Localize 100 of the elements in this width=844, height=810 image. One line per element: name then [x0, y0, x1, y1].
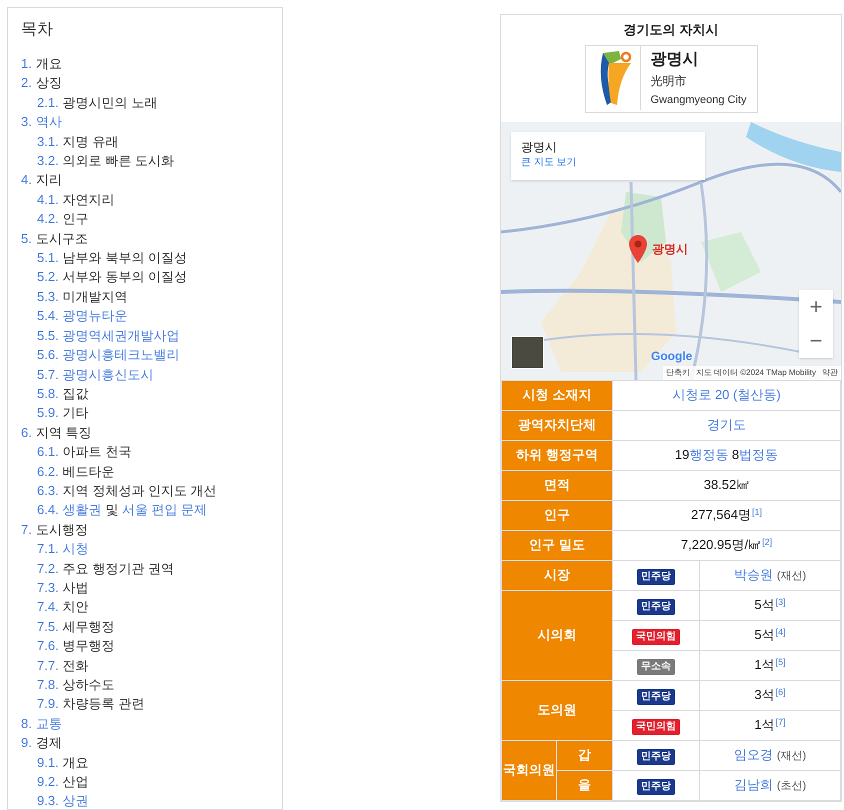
toc-entry[interactable]: 집값 [62, 386, 89, 401]
toc-number-link[interactable]: 2. [21, 75, 32, 90]
toc-number-link[interactable]: 5.7. [37, 366, 59, 382]
toc-entry[interactable]: 서부와 동부의 이질성 [62, 269, 187, 284]
toc-entry[interactable]: 베드타운 [62, 464, 115, 479]
toc-number-link[interactable]: 4. [21, 172, 32, 188]
toc-entry[interactable]: 남부와 북부의 이질성 [62, 250, 187, 266]
toc-entry[interactable]: 상하수도 [62, 677, 115, 692]
toc-number-link[interactable]: 5.4. [37, 308, 59, 324]
toc-number-link[interactable]: 7.8. [37, 677, 59, 692]
toc-number-link[interactable]: 3.1. [37, 134, 59, 149]
toc-entry[interactable]: 광명시민의 노래 [62, 94, 158, 110]
satellite-thumbnail[interactable] [511, 336, 544, 368]
toc-number-link[interactable]: 7.9. [37, 696, 59, 712]
toc-number-link[interactable]: 6.1. [37, 444, 59, 460]
toc-link[interactable]: 생활권 [62, 502, 102, 518]
toc-number-link[interactable]: 5.3. [37, 288, 59, 304]
footnote-link[interactable]: [3] [776, 596, 786, 607]
value-link[interactable]: 법정동 [739, 447, 778, 462]
toc-entry[interactable]: 지리 [36, 172, 62, 188]
toc-entry[interactable]: 지역 특징 [36, 424, 92, 440]
toc-number-link[interactable]: 7.6. [37, 638, 59, 654]
toc-entry[interactable]: 세무행정 [62, 618, 115, 634]
toc-number-link[interactable]: 3.2. [37, 153, 59, 168]
toc-number-link[interactable]: 7.3. [37, 580, 59, 595]
toc-number-link[interactable]: 8. [21, 716, 32, 731]
toc-number-link[interactable]: 2.1. [37, 94, 59, 110]
toc-link[interactable]: 교통 [36, 716, 62, 731]
value-link[interactable]: 행정동 [689, 447, 728, 462]
toc-entry[interactable]: 병무행정 [62, 638, 115, 654]
toc-number-link[interactable]: 9.3. [37, 793, 59, 808]
toc-link[interactable]: 역사 [36, 114, 62, 130]
toc-number-link[interactable]: 7.5. [37, 618, 59, 634]
toc-entry[interactable]: 개요 [36, 56, 62, 71]
toc-entry[interactable]: 차량등록 관련 [62, 696, 144, 712]
zoom-out-button[interactable]: − [799, 324, 833, 358]
toc-number-link[interactable]: 7.4. [37, 599, 59, 614]
toc-number-link[interactable]: 5.2. [37, 269, 59, 284]
footnote-link[interactable]: [7] [776, 716, 786, 727]
toc-entry[interactable]: 자연지리 [62, 192, 115, 207]
toc-link[interactable]: 광명시흥테크노밸리 [62, 347, 180, 362]
toc-entry[interactable]: 상징 [36, 75, 62, 90]
footnote-link[interactable]: [2] [762, 536, 772, 547]
map-view[interactable]: 광명시 큰 지도 보기 광명시 + − Google 단축키 지도 데이터 ©2024 TMap Mobility 약관 [501, 122, 841, 380]
toc-entry[interactable]: 도시행정 [36, 522, 88, 537]
toc-link[interactable]: 상권 [62, 793, 89, 808]
toc-number-link[interactable]: 6. [21, 424, 32, 440]
toc-entry[interactable]: 산업 [62, 774, 89, 790]
toc-number-link[interactable]: 5.5. [37, 328, 59, 343]
toc-number-link[interactable]: 6.2. [37, 464, 59, 479]
toc-number-link[interactable]: 9.1. [37, 754, 59, 770]
footnote-link[interactable]: [6] [776, 686, 786, 697]
toc-number-link[interactable]: 5.8. [37, 386, 59, 401]
toc-link[interactable]: 광명역세권개발사업 [62, 328, 180, 343]
toc-number-link[interactable]: 9.2. [37, 774, 59, 790]
toc-number-link[interactable]: 7. [21, 522, 32, 537]
toc-number-link[interactable]: 6.4. [37, 502, 59, 518]
toc-entry[interactable]: 경제 [36, 735, 62, 750]
toc-entry[interactable]: 치안 [62, 599, 89, 614]
toc-entry[interactable]: 기타 [62, 405, 89, 420]
toc-number-link[interactable]: 5.9. [37, 405, 59, 420]
toc-entry[interactable]: 도시구조 [36, 230, 88, 246]
toc-number-link[interactable]: 5.1. [37, 250, 59, 266]
person-link[interactable]: 박승원 [734, 567, 773, 582]
larger-map-link[interactable]: 큰 지도 보기 [521, 156, 695, 170]
toc-number-link[interactable]: 7.7. [37, 658, 59, 673]
toc-number-link[interactable]: 4.1. [37, 192, 59, 207]
toc-entry[interactable]: 지역 정체성과 인지도 개선 [62, 482, 217, 498]
toc-entry[interactable]: 인구 [62, 211, 89, 226]
footnote-link[interactable]: [4] [776, 626, 786, 637]
toc-number-link[interactable]: 5. [21, 230, 32, 246]
person-link[interactable]: 임오경 [734, 747, 773, 762]
row-label: 면적 [544, 477, 570, 492]
toc-entry[interactable]: 개요 [62, 754, 89, 770]
toc-link[interactable]: 광명뉴타운 [62, 308, 128, 324]
toc-link[interactable]: 시청 [62, 541, 89, 556]
toc-number-link[interactable]: 5.6. [37, 347, 59, 362]
person-link[interactable]: 김남희 [734, 777, 773, 792]
keyboard-shortcuts-link[interactable]: 단축키 [666, 366, 690, 380]
toc-number-link[interactable]: 4.2. [37, 211, 59, 226]
toc-entry[interactable]: 전화 [62, 658, 89, 673]
toc-number-link[interactable]: 3. [21, 114, 32, 130]
toc-link[interactable]: 서울 편입 문제 [122, 502, 208, 518]
toc-number-link[interactable]: 7.1. [37, 541, 59, 556]
zoom-in-button[interactable]: + [799, 290, 833, 324]
toc-entry[interactable]: 의외로 빠른 도시화 [62, 153, 174, 168]
footnote-link[interactable]: [5] [776, 656, 786, 667]
toc-number-link[interactable]: 6.3. [37, 482, 59, 498]
footnote-link[interactable]: [1] [752, 506, 762, 517]
toc-number-link[interactable]: 1. [21, 56, 32, 71]
toc-number-link[interactable]: 7.2. [37, 560, 59, 576]
toc-number-link[interactable]: 9. [21, 735, 32, 750]
toc-entry[interactable]: 미개발지역 [62, 288, 128, 304]
toc-entry[interactable]: 지명 유래 [62, 134, 118, 149]
toc-entry[interactable]: 주요 행정기관 권역 [62, 560, 174, 576]
toc-entry[interactable]: 아파트 천국 [62, 444, 132, 460]
toc-entry[interactable]: 사법 [62, 580, 89, 595]
toc-link[interactable]: 광명시흥신도시 [62, 366, 154, 382]
terms-link[interactable]: 약관 [822, 366, 838, 380]
value-link[interactable]: 경기도 [707, 417, 746, 432]
